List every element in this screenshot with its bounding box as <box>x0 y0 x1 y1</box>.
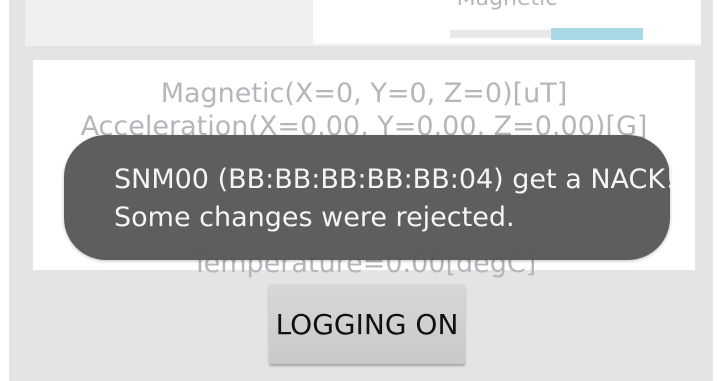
magnetic-slider-fill[interactable] <box>551 28 643 40</box>
logging-on-button[interactable]: LOGGING ON <box>269 284 465 364</box>
magnetic-reading: Magnetic(X=0, Y=0, Z=0)[uT] <box>160 78 568 109</box>
magnetic-card-title: Magnetic <box>313 0 701 11</box>
magnetic-panel: Magnetic <box>313 0 701 44</box>
toast-line-1: SNM00 (BB:BB:BB:BB:BB:04) get a NACK! <box>114 164 676 195</box>
nack-toast: SNM00 (BB:BB:BB:BB:BB:04) get a NACK! So… <box>64 135 676 260</box>
toast-line-2: Some changes were rejected. <box>114 202 515 233</box>
toast-message: SNM00 (BB:BB:BB:BB:BB:04) get a NACK! So… <box>114 161 676 237</box>
magnetic-card: Magnetic <box>25 0 701 46</box>
